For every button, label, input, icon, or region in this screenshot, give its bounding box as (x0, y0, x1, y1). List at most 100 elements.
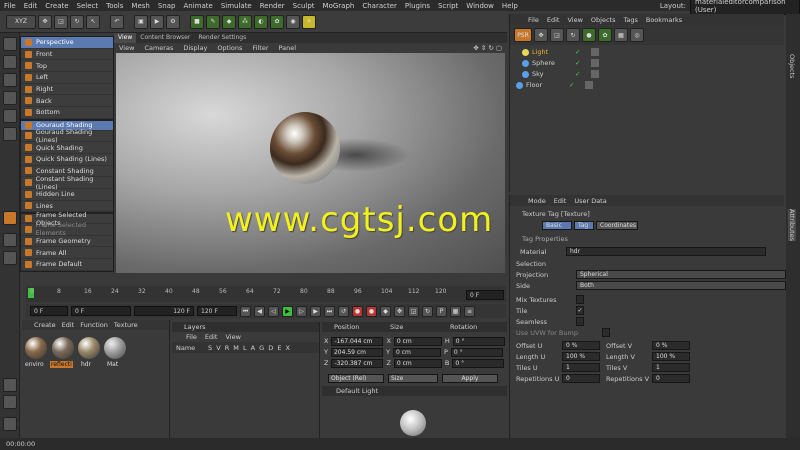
size-field[interactable]: 0 cm (393, 336, 442, 346)
array-icon[interactable]: ⁂ (238, 14, 252, 29)
chrome-sphere[interactable] (270, 112, 340, 184)
attr-field[interactable]: 100 % (652, 352, 690, 361)
om-menu-bookmarks[interactable]: Bookmarks (646, 16, 682, 24)
position-field[interactable]: 204.59 cm (330, 347, 383, 357)
start-frame-field[interactable]: 0 F (30, 306, 68, 316)
menu-file[interactable]: File (0, 2, 20, 10)
layers-menu-view[interactable]: View (225, 333, 240, 341)
attr-menu-mode[interactable]: Mode (528, 197, 546, 205)
timeline-ruler[interactable]: 0 F 0 8 16 24 32 40 48 56 64 72 80 88 96 104 112 120 (26, 286, 506, 302)
mix-textures-checkbox[interactable] (576, 295, 584, 304)
menu-animate[interactable]: Animate (179, 2, 216, 10)
tab-view[interactable]: View (114, 33, 137, 43)
display-menu-item[interactable]: Frame Geometry (21, 236, 113, 248)
rotate-icon[interactable]: ↻ (566, 28, 580, 42)
size-field[interactable]: 0 cm (393, 358, 442, 368)
subdivision-icon[interactable]: ◆ (222, 14, 236, 29)
position-field[interactable]: -320.387 cm (331, 358, 384, 368)
menu-character[interactable]: Character (358, 2, 401, 10)
cube-icon[interactable]: ■ (190, 14, 204, 29)
attr-menu-userdata[interactable]: User Data (574, 197, 606, 205)
object-row[interactable]: Light ✓ (514, 47, 600, 57)
file-icon[interactable] (3, 417, 17, 431)
attr-field[interactable]: 0 % (562, 341, 600, 350)
menu-mesh[interactable]: Mesh (127, 2, 153, 10)
snap-icon[interactable] (3, 211, 17, 225)
rotation-field[interactable]: 0 ° (452, 336, 505, 346)
coord-size-dropdown[interactable]: Size (388, 374, 438, 383)
keyframe-icon[interactable]: ◆ (380, 305, 391, 317)
coord-mode-dropdown[interactable]: Object (Rel) (328, 374, 384, 383)
display-menu-item[interactable]: Perspective (21, 37, 113, 49)
menu-help[interactable]: Help (498, 2, 522, 10)
tab-render-settings[interactable]: Render Settings (194, 33, 250, 43)
menu-plugins[interactable]: Plugins (401, 2, 434, 10)
max-frame-field[interactable]: 120 F (197, 306, 237, 316)
tag-icon[interactable] (591, 59, 600, 67)
axis-icon[interactable]: ✿ (598, 28, 612, 42)
render-view-icon[interactable]: ▣ (134, 14, 148, 29)
move-tool-icon[interactable]: ✥ (38, 14, 52, 29)
menu-render[interactable]: Render (256, 2, 289, 10)
vp-menu-cameras[interactable]: Cameras (139, 44, 178, 52)
display-menu-item[interactable]: Frame Selected Elements (21, 221, 113, 237)
snap-icon[interactable]: ● (582, 28, 596, 42)
attr-field[interactable]: 0 % (652, 341, 690, 350)
display-menu-item[interactable]: Frame Default (21, 259, 113, 271)
visibility-check-icon[interactable]: ✓ (575, 59, 580, 67)
workplane-icon[interactable]: ▦ (614, 28, 628, 42)
om-menu-objects[interactable]: Objects (591, 16, 616, 24)
side-tab-objects[interactable]: Objects (788, 54, 796, 79)
display-menu-item[interactable]: Hidden Line (21, 189, 113, 201)
psr-icon[interactable]: PSR (514, 28, 532, 42)
layers-menu-file[interactable]: File (186, 333, 197, 341)
menu-create[interactable]: Create (41, 2, 72, 10)
xyz-toggle[interactable]: XYZ (6, 14, 36, 29)
move-key-icon[interactable]: ✥ (394, 305, 405, 317)
menu-edit[interactable]: Edit (20, 2, 42, 10)
tab-basic[interactable]: Basic (542, 221, 572, 230)
mat-menu-function[interactable]: Function (80, 321, 108, 329)
menu-simulate[interactable]: Simulate (217, 2, 256, 10)
visibility-check-icon[interactable]: ✓ (569, 81, 574, 89)
display-menu-item[interactable]: Top (21, 60, 113, 73)
material-swatch-reflecti[interactable] (52, 337, 74, 359)
uvw-checkbox[interactable] (602, 328, 610, 337)
prev-frame-icon[interactable]: ◁ (268, 305, 279, 317)
camera-icon[interactable]: ◉ (286, 14, 300, 29)
autokey-icon[interactable]: ● (366, 305, 377, 317)
edges-mode-icon[interactable] (3, 109, 17, 123)
vp-menu-options[interactable]: Options (212, 44, 247, 52)
menu-snap[interactable]: Snap (154, 2, 180, 10)
tag-icon[interactable] (585, 81, 594, 89)
display-menu-item[interactable]: Quick Shading (Lines) (21, 154, 113, 166)
texture-mode-icon[interactable] (3, 73, 17, 87)
undo-icon[interactable]: ↶ (110, 14, 124, 29)
end-frame-field[interactable]: 120 F (134, 306, 194, 316)
play-icon[interactable]: ▶ (282, 305, 293, 317)
position-field[interactable]: -167.044 cm (331, 336, 384, 346)
material-swatch-enviro[interactable] (25, 337, 47, 359)
current-frame-field[interactable]: 0 F (71, 306, 131, 316)
timeline-menu-icon[interactable]: ≡ (464, 305, 475, 317)
seamless-checkbox[interactable] (576, 317, 584, 326)
attr-field[interactable]: 0 (652, 374, 690, 383)
scale-icon[interactable]: ◲ (550, 28, 564, 42)
material-swatch-hdr[interactable] (78, 337, 100, 359)
projection-dropdown[interactable]: Spherical (576, 270, 786, 279)
attr-menu-edit[interactable]: Edit (554, 197, 567, 205)
tab-tag[interactable]: Tag (574, 221, 594, 230)
scale-key-icon[interactable]: ◲ (408, 305, 419, 317)
prev-key-icon[interactable]: ◀ (254, 305, 265, 317)
next-key-icon[interactable]: ▶ (310, 305, 321, 317)
layout-dropdown[interactable]: materialeditorcomparison (User) (690, 0, 800, 15)
goto-end-icon[interactable]: ⏭ (324, 305, 335, 317)
record-icon[interactable]: ● (352, 305, 363, 317)
visibility-check-icon[interactable]: ✓ (575, 48, 580, 56)
menu-sculpt[interactable]: Sculpt (289, 2, 319, 10)
attr-field[interactable]: 0 (562, 374, 600, 383)
grid-icon[interactable] (3, 251, 17, 265)
attr-field[interactable]: 100 % (562, 352, 600, 361)
side-tab-attributes[interactable]: Attributes (788, 209, 796, 242)
vp-menu-view[interactable]: View (114, 44, 139, 52)
